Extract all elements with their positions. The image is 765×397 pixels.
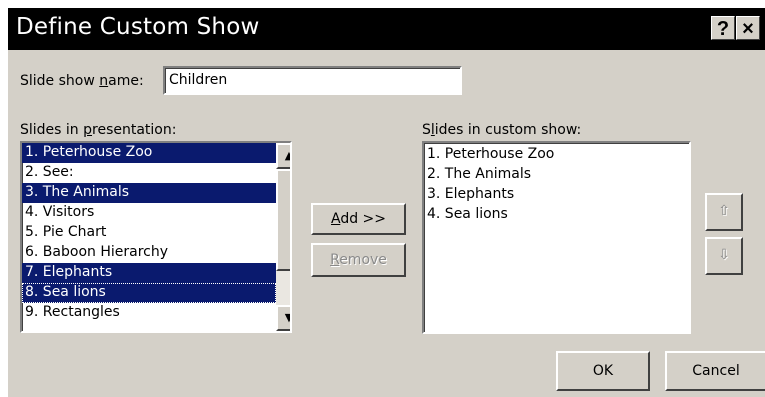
presentation-slide-item[interactable]: 2. See: bbox=[22, 163, 276, 183]
help-button[interactable]: ? bbox=[711, 16, 735, 40]
cancel-button[interactable]: Cancel bbox=[665, 351, 765, 391]
scroll-up-button[interactable]: ▲ bbox=[276, 143, 290, 169]
slide-show-name-label: Slide show name: bbox=[20, 73, 144, 89]
custom-show-slide-item[interactable]: 4. Sea lions bbox=[424, 205, 689, 225]
custom-show-slide-item[interactable]: 1. Peterhouse Zoo bbox=[424, 145, 689, 165]
scroll-down-button[interactable]: ▼ bbox=[276, 305, 290, 331]
dialog-title: Define Custom Show bbox=[16, 14, 260, 40]
presentation-slide-item[interactable]: 7. Elephants bbox=[22, 263, 276, 283]
scrollbar-thumb[interactable] bbox=[276, 169, 290, 271]
presentation-slide-item[interactable]: 3. The Animals bbox=[22, 183, 276, 203]
help-icon: ? bbox=[716, 18, 730, 40]
remove-button[interactable]: Remove bbox=[311, 243, 406, 277]
custom-show-slide-item[interactable]: 2. The Animals bbox=[424, 165, 689, 185]
add-button[interactable]: Add >> bbox=[311, 203, 406, 235]
move-up-icon: ⇧ bbox=[718, 203, 730, 219]
scroll-down-icon: ▼ bbox=[285, 311, 290, 324]
slides-in-custom-show-label: Slides in custom show: bbox=[422, 122, 582, 138]
move-down-button[interactable]: ⇩ bbox=[705, 237, 743, 275]
presentation-slide-item[interactable]: 9. Rectangles bbox=[22, 303, 276, 323]
presentation-slide-item[interactable]: 8. Sea lions bbox=[22, 283, 276, 303]
close-icon: × bbox=[742, 18, 754, 40]
presentation-slide-item[interactable]: 6. Baboon Hierarchy bbox=[22, 243, 276, 263]
slide-show-name-value: Children bbox=[169, 72, 228, 88]
slides-in-custom-show-list[interactable]: 1. Peterhouse Zoo 2. The Animals 3. Elepha… bbox=[422, 141, 691, 334]
move-up-button[interactable]: ⇧ bbox=[705, 193, 743, 231]
custom-show-slide-item[interactable]: 3. Elephants bbox=[424, 185, 689, 205]
ok-button[interactable]: OK bbox=[556, 351, 650, 391]
presentation-slide-item[interactable]: 1. Peterhouse Zoo bbox=[22, 143, 276, 163]
slide-show-name-input[interactable]: Children bbox=[163, 66, 462, 95]
presentation-slide-item[interactable]: 4. Visitors bbox=[22, 203, 276, 223]
title-bar: Define Custom Show ? × bbox=[8, 8, 765, 50]
define-custom-show-dialog: Define Custom Show ? × Slide show name: … bbox=[8, 8, 765, 397]
slides-in-presentation-list[interactable]: 1. Peterhouse Zoo 2. See: 3. The Animals 4.… bbox=[20, 141, 292, 333]
presentation-list-scrollbar[interactable]: ▲ ▼ bbox=[276, 143, 290, 331]
slides-in-presentation-label: Slides in presentation: bbox=[20, 122, 177, 138]
move-down-icon: ⇩ bbox=[718, 247, 730, 263]
presentation-slide-item[interactable]: 5. Pie Chart bbox=[22, 223, 276, 243]
scroll-up-icon: ▲ bbox=[285, 149, 290, 162]
close-button[interactable]: × bbox=[736, 16, 760, 40]
